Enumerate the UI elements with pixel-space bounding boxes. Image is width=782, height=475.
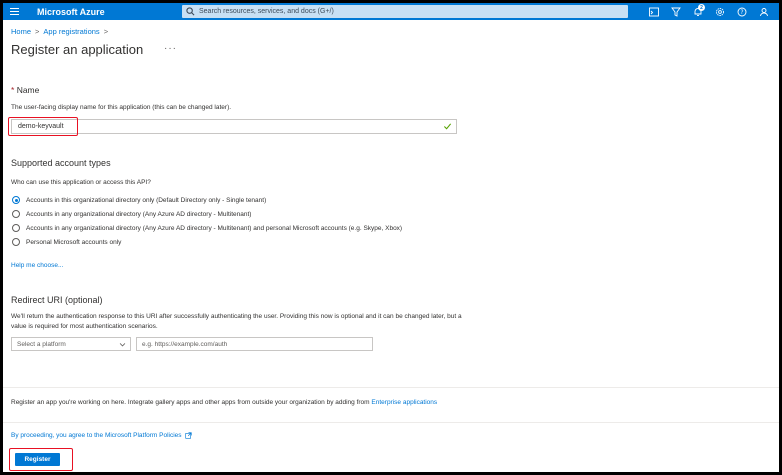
global-search-input[interactable]: Search resources, services, and docs (G+… [182, 5, 628, 18]
terminal-icon[interactable] [643, 3, 665, 20]
radio-option-single-tenant[interactable]: Accounts in this organizational director… [12, 196, 266, 204]
radio-label: Accounts in this organizational director… [26, 196, 267, 204]
menu-icon[interactable] [5, 3, 23, 20]
help-icon[interactable]: ? [731, 3, 753, 20]
directory-filter-icon[interactable] [665, 3, 687, 20]
more-options-icon[interactable]: ··· [164, 43, 177, 54]
notification-badge: 2 [698, 4, 705, 11]
radio-option-personal-only[interactable]: Personal Microsoft accounts only [12, 238, 121, 246]
chevron-down-icon [119, 343, 126, 347]
portal-window: Microsoft Azure Search resources, servic… [3, 3, 779, 472]
platform-policies-link[interactable]: By proceeding, you agree to the Microsof… [11, 432, 192, 439]
footer-divider [3, 422, 779, 423]
radio-option-multitenant[interactable]: Accounts in any organizational directory… [12, 210, 251, 218]
name-label-text: Name [16, 85, 40, 95]
breadcrumb: Home > App registrations > [11, 27, 108, 36]
platform-select-value: Select a platform [17, 340, 66, 348]
account-types-title: Supported account types [11, 158, 111, 168]
redirect-uri-title: Redirect URI (optional) [11, 295, 103, 305]
radio-button-selected[interactable] [12, 196, 20, 204]
breadcrumb-separator: > [103, 27, 109, 36]
radio-label: Accounts in any organizational directory… [26, 210, 252, 218]
required-marker: * [11, 85, 15, 95]
section-divider [3, 387, 779, 388]
toolbar-icons: 2 ? [643, 3, 775, 20]
radio-button[interactable] [12, 210, 20, 218]
radio-button[interactable] [12, 238, 20, 246]
highlight-box-register [9, 448, 73, 471]
account-types-question: Who can use this application or access t… [11, 179, 151, 186]
notifications-icon[interactable]: 2 [687, 3, 709, 20]
highlight-box-name [8, 117, 78, 136]
redirect-uri-placeholder: e.g. https://example.com/auth [142, 340, 228, 348]
svg-text:?: ? [740, 9, 743, 16]
name-label: * Name [11, 85, 39, 95]
help-me-choose-link[interactable]: Help me choose... [11, 262, 63, 269]
radio-label: Accounts in any organizational directory… [26, 224, 403, 232]
external-link-icon [184, 432, 192, 439]
enterprise-applications-link[interactable]: Enterprise applications [371, 399, 437, 406]
settings-icon[interactable] [709, 3, 731, 20]
gallery-text: Register an app you're working on here. … [11, 399, 370, 406]
name-help-text: The user-facing display name for this ap… [11, 104, 232, 111]
checkmark-icon [443, 123, 452, 130]
gallery-info-text: Register an app you're working on here. … [11, 399, 437, 406]
top-bar: Microsoft Azure Search resources, servic… [3, 3, 779, 20]
search-icon [186, 7, 195, 16]
policy-text: By proceeding, you agree to the Microsof… [11, 432, 182, 439]
feedback-icon[interactable] [753, 3, 775, 20]
breadcrumb-app-registrations[interactable]: App registrations [43, 27, 99, 36]
radio-button[interactable] [12, 224, 20, 232]
radio-label: Personal Microsoft accounts only [26, 238, 122, 246]
breadcrumb-separator: > [35, 27, 40, 36]
platform-select[interactable]: Select a platform [11, 337, 131, 351]
radio-option-multitenant-personal[interactable]: Accounts in any organizational directory… [12, 224, 402, 232]
redirect-uri-description: We'll return the authentication response… [11, 313, 462, 330]
brand-title[interactable]: Microsoft Azure [37, 7, 182, 17]
page-title: Register an application [11, 42, 144, 57]
breadcrumb-home[interactable]: Home [11, 27, 31, 36]
redirect-uri-input[interactable]: e.g. https://example.com/auth [136, 337, 373, 351]
search-placeholder: Search resources, services, and docs (G+… [199, 8, 334, 15]
